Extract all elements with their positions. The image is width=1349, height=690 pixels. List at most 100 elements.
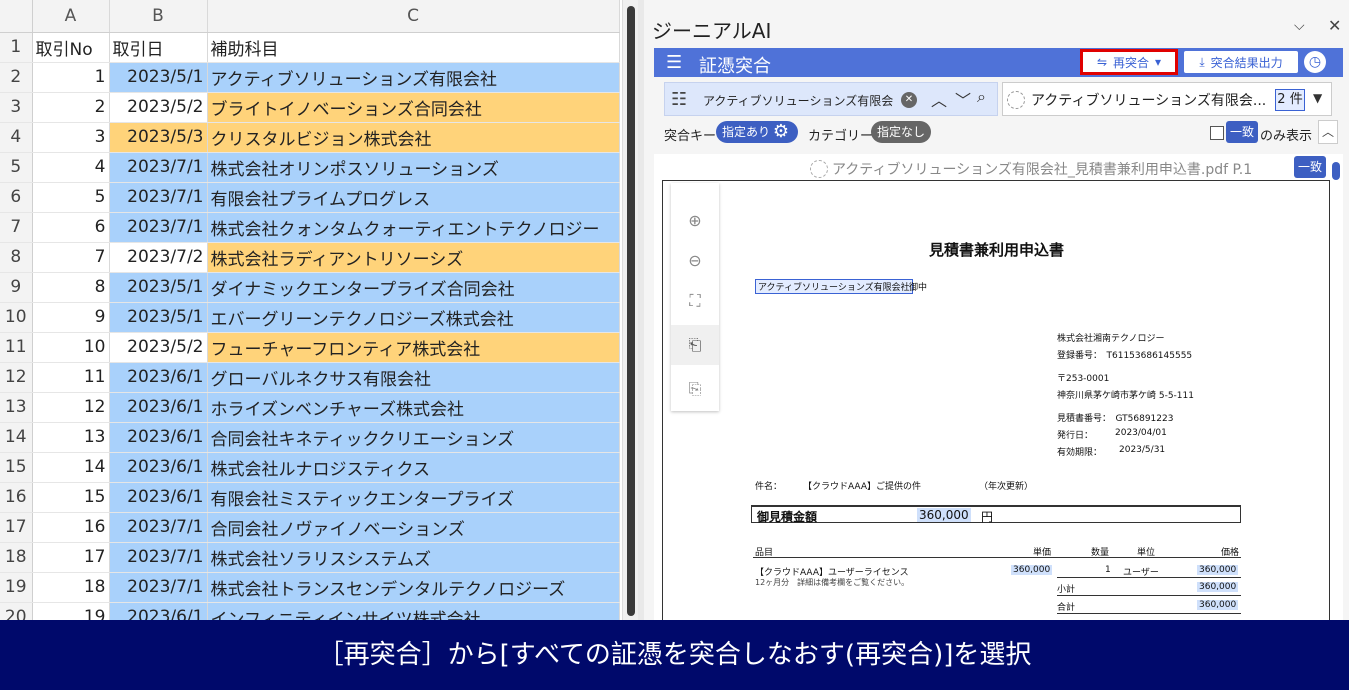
- cell-account[interactable]: 株式会社オリンポスソリューションズ: [207, 152, 620, 183]
- cell-account[interactable]: グローバルネクサス有限会社: [207, 362, 620, 393]
- cell-date[interactable]: 2023/7/1: [109, 572, 208, 603]
- cell-account[interactable]: ホライズンベンチャーズ株式会社: [207, 392, 620, 423]
- row-number[interactable]: 20: [0, 602, 33, 620]
- row-number[interactable]: 6: [0, 182, 33, 213]
- cell-account[interactable]: フューチャーフロンティア株式会社: [207, 332, 620, 363]
- row-number[interactable]: 13: [0, 392, 33, 423]
- row-number[interactable]: 16: [0, 482, 33, 513]
- row-number[interactable]: 11: [0, 332, 33, 363]
- caret-down-icon[interactable]: ▼: [1313, 91, 1322, 105]
- cell-account[interactable]: エバーグリーンテクノロジーズ株式会社: [207, 302, 620, 333]
- cell-date[interactable]: 2023/6/1: [109, 422, 208, 453]
- cell-account[interactable]: ブライトイノベーションズ合同会社: [207, 92, 620, 123]
- row-number[interactable]: 9: [0, 272, 33, 303]
- cell-date[interactable]: 2023/6/1: [109, 362, 208, 393]
- column-header-a[interactable]: A: [32, 0, 110, 33]
- filter-settings-icon[interactable]: ☷: [671, 89, 687, 110]
- clipboard-back-icon[interactable]: ⎗: [671, 325, 719, 365]
- spreadsheet[interactable]: A B C 1 取引No 取引日 補助科目 2 1 2023/5/1 アクティブソリュ…: [0, 0, 622, 620]
- hamburger-menu-icon[interactable]: ☰: [666, 52, 682, 73]
- column-header-b[interactable]: B: [109, 0, 208, 33]
- cell-date[interactable]: 2023/6/1: [109, 452, 208, 483]
- cell-date[interactable]: 2023/6/1: [109, 602, 208, 620]
- cell-no[interactable]: 18: [32, 572, 110, 603]
- cell-no[interactable]: 3: [32, 122, 110, 153]
- cell-no[interactable]: 5: [32, 182, 110, 213]
- cell-date[interactable]: 2023/6/1: [109, 392, 208, 423]
- clear-icon[interactable]: ✕: [901, 92, 917, 108]
- cell-account[interactable]: 株式会社ルナロジスティクス: [207, 452, 620, 483]
- sheet-grid[interactable]: A B C 1 取引No 取引日 補助科目 2 1 2023/5/1 アクティブソリュ…: [0, 0, 620, 620]
- cell-date[interactable]: 2023/7/1: [109, 212, 208, 243]
- cell-no[interactable]: 2: [32, 92, 110, 123]
- cell-account[interactable]: 株式会社ラディアントリソーシズ: [207, 242, 620, 273]
- cell-date[interactable]: 2023/7/1: [109, 542, 208, 573]
- export-results-button[interactable]: ⤓ 突合結果出力: [1184, 51, 1298, 73]
- zoom-in-icon[interactable]: ⊕: [671, 201, 719, 241]
- cell-account[interactable]: インフィニティインサイツ株式会社: [207, 602, 620, 620]
- cell-account[interactable]: 合同会社キネティッククリエーションズ: [207, 422, 620, 453]
- zoom-out-icon[interactable]: ⊖: [671, 241, 719, 281]
- cell-account[interactable]: 株式会社トランスセンデンタルテクノロジーズ: [207, 572, 620, 603]
- scrollbar-thumb[interactable]: [627, 6, 635, 616]
- cell-account[interactable]: 株式会社クォンタムクォーティエントテクノロジー: [207, 212, 620, 243]
- cell-date[interactable]: 2023/7/1: [109, 182, 208, 213]
- cell-no[interactable]: 4: [32, 152, 110, 183]
- cell-date[interactable]: 2023/5/1: [109, 272, 208, 303]
- row-number[interactable]: 14: [0, 422, 33, 453]
- match-only-checkbox[interactable]: [1210, 126, 1224, 140]
- cell-date[interactable]: 2023/7/2: [109, 242, 208, 273]
- cell-no[interactable]: 13: [32, 422, 110, 453]
- row-number[interactable]: 2: [0, 62, 33, 93]
- chevron-down-icon[interactable]: ﹀: [955, 87, 971, 111]
- cell-date[interactable]: 2023/5/1: [109, 302, 208, 333]
- header-cell-date[interactable]: 取引日: [109, 32, 208, 63]
- history-icon[interactable]: ◷: [1304, 51, 1326, 73]
- cell-no[interactable]: 9: [32, 302, 110, 333]
- cell-no[interactable]: 11: [32, 362, 110, 393]
- cell-no[interactable]: 19: [32, 602, 110, 620]
- cell-date[interactable]: 2023/5/1: [109, 62, 208, 93]
- row-number[interactable]: 7: [0, 212, 33, 243]
- sheet-scrollbar[interactable]: [622, 0, 638, 620]
- cell-no[interactable]: 7: [32, 242, 110, 273]
- cell-no[interactable]: 12: [32, 392, 110, 423]
- pdf-viewer[interactable]: ⊕ ⊖ ⛶ ⎗ ⎘ 見積書兼利用申込書 アクティブソリューションズ有限会社 御中…: [662, 180, 1330, 620]
- select-all-corner[interactable]: [0, 0, 33, 33]
- cell-date[interactable]: 2023/6/1: [109, 482, 208, 513]
- row-number[interactable]: 8: [0, 242, 33, 273]
- cell-date[interactable]: 2023/5/3: [109, 122, 208, 153]
- row-number[interactable]: 10: [0, 302, 33, 333]
- cell-account[interactable]: 合同会社ノヴァイノベーションズ: [207, 512, 620, 543]
- row-number[interactable]: 18: [0, 542, 33, 573]
- clipboard-return-icon[interactable]: ⎘: [671, 369, 719, 409]
- row-number[interactable]: 5: [0, 152, 33, 183]
- chevron-down-icon[interactable]: ⌵: [1294, 18, 1305, 34]
- chevron-up-icon[interactable]: ︿: [1318, 120, 1338, 144]
- row-number[interactable]: 17: [0, 512, 33, 543]
- cell-no[interactable]: 6: [32, 212, 110, 243]
- cell-date[interactable]: 2023/7/1: [109, 152, 208, 183]
- cell-date[interactable]: 2023/5/2: [109, 332, 208, 363]
- cell-date[interactable]: 2023/5/2: [109, 92, 208, 123]
- header-cell-no[interactable]: 取引No: [32, 32, 110, 63]
- cell-account[interactable]: 有限会社プライムプログレス: [207, 182, 620, 213]
- cell-no[interactable]: 16: [32, 512, 110, 543]
- row-number[interactable]: 4: [0, 122, 33, 153]
- category-chip[interactable]: 指定なし: [871, 121, 932, 143]
- document-select[interactable]: アクティブソリューションズ有限会... 2 件 ▼: [1002, 82, 1332, 116]
- rematch-button[interactable]: ⇋ 再突合 ▾: [1080, 49, 1178, 75]
- cell-account[interactable]: 有限会社ミスティックエンタープライズ: [207, 482, 620, 513]
- column-header-c[interactable]: C: [207, 0, 620, 33]
- chevron-up-icon[interactable]: ︿: [931, 87, 947, 111]
- cell-no[interactable]: 15: [32, 482, 110, 513]
- cell-no[interactable]: 8: [32, 272, 110, 303]
- close-icon[interactable]: ✕: [1328, 16, 1341, 35]
- row-number[interactable]: 15: [0, 452, 33, 483]
- cell-no[interactable]: 17: [32, 542, 110, 573]
- fit-screen-icon[interactable]: ⛶: [671, 281, 719, 321]
- cell-account[interactable]: アクティブソリューションズ有限会社: [207, 62, 620, 93]
- cell-account[interactable]: ダイナミックエンタープライズ合同会社: [207, 272, 620, 303]
- row-number[interactable]: 3: [0, 92, 33, 123]
- filter-box[interactable]: ☷ アクティブソリューションズ有限会 ✕ ︿ ﹀ ⌕: [664, 82, 998, 116]
